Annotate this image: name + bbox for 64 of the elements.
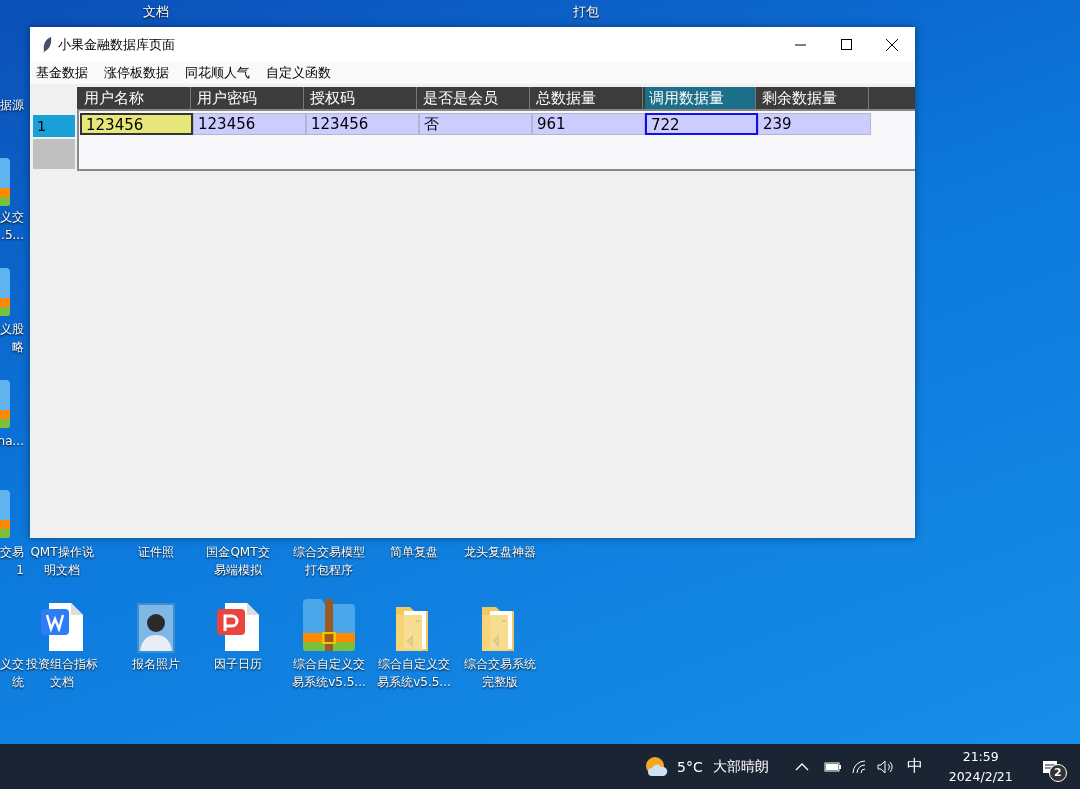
table-cell[interactable]: 123456 <box>306 113 419 135</box>
archive-icon[interactable] <box>0 380 12 428</box>
window-title: 小果金融数据库页面 <box>58 35 176 54</box>
archive-icon[interactable] <box>301 597 357 653</box>
desktop-icon-label[interactable]: 据源 <box>0 96 24 114</box>
row-header <box>33 139 75 169</box>
desktop-icon-label[interactable]: 国金QMT交 <box>206 543 270 561</box>
desktop-icon-label[interactable]: 略 <box>12 338 24 356</box>
desktop-icon-label[interactable]: 打包 <box>556 3 616 21</box>
desktop-icon-label[interactable]: 义股 <box>0 320 24 338</box>
desktop-icon-label[interactable]: 易系统v5.5... <box>377 673 451 691</box>
desktop-icon-label[interactable]: 易系统v5.5... <box>292 673 366 691</box>
clock[interactable]: 21:59 2024/2/21 <box>948 746 1013 787</box>
input-method[interactable]: 中 <box>906 756 923 777</box>
menu-item[interactable]: 涨停板数据 <box>104 64 169 82</box>
desktop-icon-label[interactable]: 义交 <box>0 208 24 226</box>
desktop-icon-label[interactable]: 报名照片 <box>132 655 180 673</box>
menu-item[interactable]: 自定义函数 <box>266 64 331 82</box>
desktop-icon-label[interactable]: 易端模拟 <box>214 561 262 579</box>
table-cell[interactable]: 722 <box>645 113 758 135</box>
desktop-icon-label[interactable]: 义交 <box>0 655 24 673</box>
wifi-icon[interactable] <box>850 759 867 774</box>
desktop-icon-label[interactable]: 完整版 <box>482 673 518 691</box>
table-cell[interactable]: 123456 <box>193 113 306 135</box>
desktop-icon-label[interactable]: 明文档 <box>44 561 80 579</box>
desktop-icon-label[interactable]: 证件照 <box>138 543 174 561</box>
minimize-icon[interactable] <box>794 43 806 46</box>
menu-item[interactable]: 基金数据 <box>36 64 88 82</box>
desktop-icon-label[interactable]: 交易 <box>0 543 24 561</box>
desktop-icon-label[interactable]: QMT操作说 <box>30 543 94 561</box>
column-header[interactable]: 调用数据量 <box>645 87 756 109</box>
desktop-icon-label[interactable]: 综合交易模型 <box>293 543 365 561</box>
menu-item[interactable]: 同花顺人气 <box>185 64 250 82</box>
archive-icon[interactable] <box>0 158 12 206</box>
battery-icon[interactable] <box>822 761 841 772</box>
desktop-icon-label[interactable]: 因子日历 <box>214 655 262 673</box>
chevron-up-icon[interactable] <box>794 762 809 771</box>
feather-icon <box>42 35 52 54</box>
temperature[interactable]: 5°C <box>677 758 703 775</box>
table-cell[interactable]: 否 <box>419 113 532 135</box>
row-header[interactable]: 1 <box>33 115 75 137</box>
desktop-icon-label[interactable]: 打包程序 <box>305 561 353 579</box>
maximize-icon[interactable] <box>840 39 852 50</box>
weather-text[interactable]: 大部晴朗 <box>712 757 769 776</box>
desktop-icon-label[interactable]: 综合自定义交 <box>293 655 365 673</box>
desktop-icon-label[interactable]: 投资组合指标 <box>26 655 98 673</box>
desktop-icon-label[interactable]: 文档 <box>126 3 186 21</box>
weather-icon[interactable] <box>644 755 668 778</box>
desktop-icon-label[interactable]: 综合交易系统 <box>464 655 536 673</box>
volume-icon[interactable] <box>876 759 893 774</box>
desktop-icon-label[interactable]: 龙头复盘神器 <box>464 543 536 561</box>
desktop-icon-label[interactable]: 1 <box>16 561 24 579</box>
document-icon[interactable] <box>215 601 261 653</box>
document-icon[interactable] <box>39 601 85 653</box>
table-cell[interactable]: 123456 <box>80 113 193 135</box>
desktop-icon-label[interactable]: 综合自定义交 <box>378 655 450 673</box>
table-cell[interactable]: 961 <box>532 113 645 135</box>
desktop-icon-label[interactable]: 文档 <box>50 673 74 691</box>
archive-icon[interactable] <box>0 268 12 316</box>
desktop-icon-label[interactable]: 简单复盘 <box>390 543 438 561</box>
close-icon[interactable] <box>886 38 898 51</box>
table-cell[interactable]: 239 <box>758 113 871 135</box>
desktop-icon-label[interactable]: 统 <box>12 673 24 691</box>
desktop-icon-label[interactable]: .5... <box>1 226 24 244</box>
